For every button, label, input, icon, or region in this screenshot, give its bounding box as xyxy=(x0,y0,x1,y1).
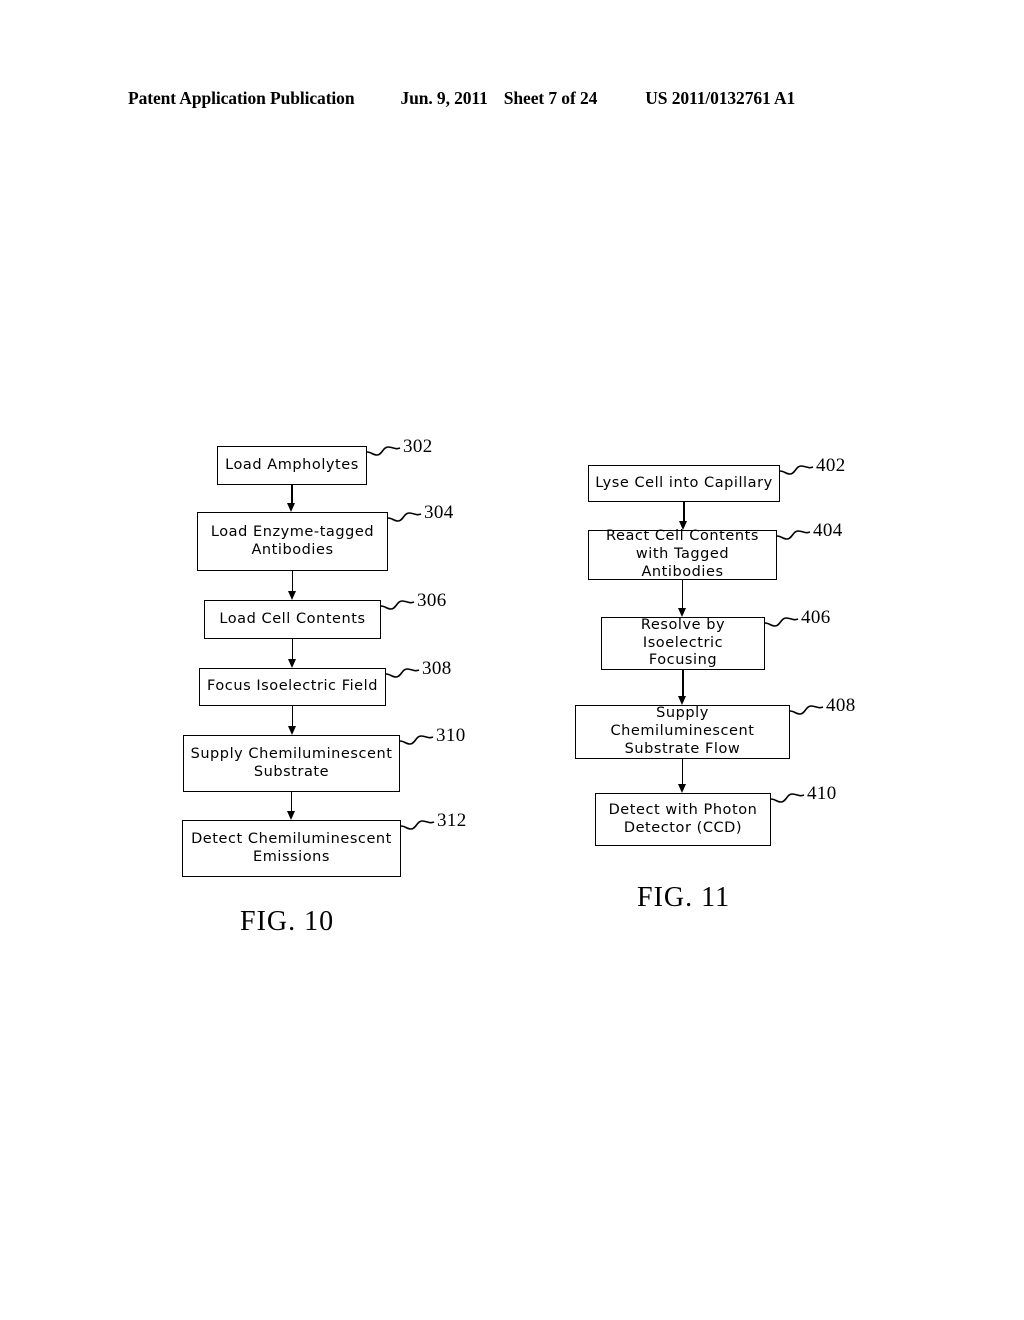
flow-step-406: Resolve by Isoelectric Focusing xyxy=(601,617,765,670)
reference-numeral-408: 408 xyxy=(826,695,856,716)
figure-caption-fig11: FIG. 11 xyxy=(637,882,731,913)
flow-step-label: Resolve by Isoelectric Focusing xyxy=(640,616,726,669)
flow-step-label: Lyse Cell into Capillary xyxy=(595,474,773,491)
flow-step-label: Detect with Photon Detector (CCD) xyxy=(608,801,758,836)
flow-connector xyxy=(681,759,684,785)
flowchart-fig11: Lyse Cell into Capillary 402 React Cell Co… xyxy=(0,0,1024,1320)
flow-step-404: React Cell Contents with Tagged Antibodie… xyxy=(588,528,777,580)
reference-numeral-402: 402 xyxy=(816,455,846,476)
flow-arrowhead-icon xyxy=(677,608,686,617)
flow-connector xyxy=(682,670,684,697)
flow-connector xyxy=(683,502,685,522)
flow-arrowhead-icon xyxy=(677,784,686,793)
flow-step-label: Supply Chemiluminescent Substrate Flow xyxy=(610,705,755,757)
flow-step-408: Supply Chemiluminescent Substrate Flow xyxy=(575,705,790,759)
reference-numeral-406: 406 xyxy=(801,607,831,628)
flow-step-402: Lyse Cell into Capillary xyxy=(588,465,780,502)
flow-arrowhead-icon xyxy=(678,696,687,705)
figure-canvas: Load Ampholytes 302 Load Enzyme-tagged Anti… xyxy=(0,0,1024,1320)
flow-step-410: Detect with Photon Detector (CCD) xyxy=(595,793,771,846)
reference-numeral-404: 404 xyxy=(813,520,843,541)
flow-connector xyxy=(681,580,684,609)
flow-step-label: React Cell Contents with Tagged Antibodie… xyxy=(606,528,759,580)
reference-numeral-410: 410 xyxy=(807,783,837,804)
